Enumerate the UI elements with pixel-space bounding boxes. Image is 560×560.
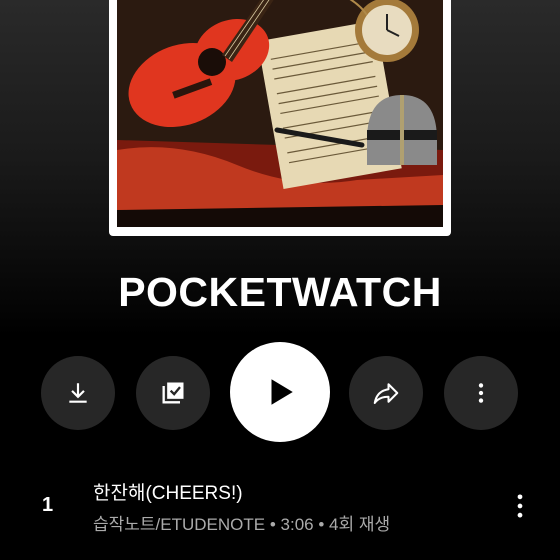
play-icon [271,379,293,405]
playlist-title: POCKETWATCH [118,269,442,315]
track-title: 한잔해(CHEERS!) [93,483,243,504]
more-options-button[interactable] [444,356,518,430]
track-row[interactable]: 1 한잔해(CHEERS!) 습작노트/ETUDENOTE • 3:06 • 4… [0,470,560,540]
download-icon [69,383,87,403]
share-icon [373,383,399,404]
library-add-check-icon [162,382,184,404]
play-all-button[interactable] [230,342,330,442]
track-number: 1 [42,494,54,516]
track-meta: 습작노트/ETUDENOTE • 3:06 • 4회 재생 [93,515,391,534]
album-cover [109,0,451,236]
album-art-image [117,0,443,227]
track-more-button[interactable] [506,488,534,524]
download-button[interactable] [41,356,115,430]
share-button[interactable] [349,356,423,430]
more-vert-icon [517,494,523,518]
playlist-page: POCKETWATCH 1 한잔해(CHEERS!) 습작노트/ETUDENOT… [0,0,560,560]
save-to-library-button[interactable] [136,356,210,430]
more-vert-icon [478,383,484,403]
action-bar [0,340,560,442]
